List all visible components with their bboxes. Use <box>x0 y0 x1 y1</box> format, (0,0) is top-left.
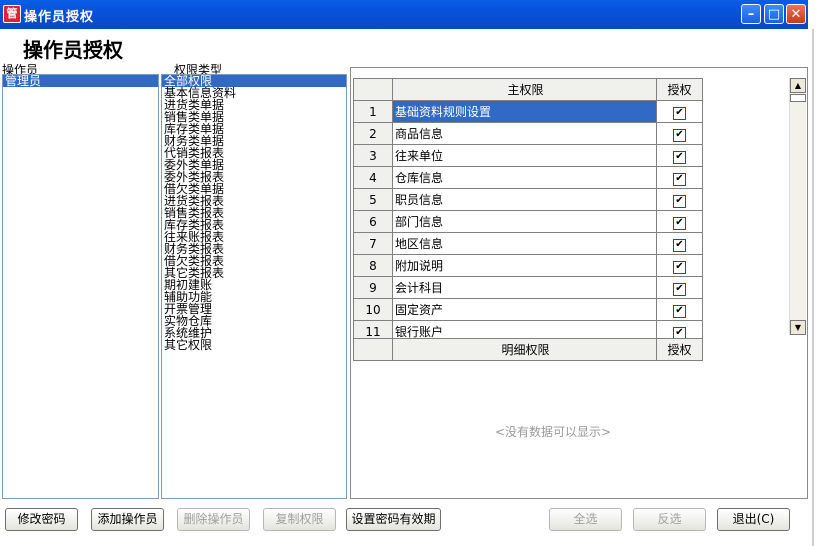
add-operator-button[interactable]: 添加操作员 <box>91 508 164 531</box>
auth-cell: ✔ <box>656 254 703 277</box>
row-number: 4 <box>353 166 393 189</box>
row-number-header <box>353 78 393 101</box>
main-auth-header: 授权 <box>656 78 703 101</box>
set-password-expiry-button[interactable]: 设置密码有效期 <box>346 508 441 531</box>
auth-checkbox[interactable]: ✔ <box>673 172 686 186</box>
auth-cell: ✔ <box>656 276 703 299</box>
permission-name[interactable]: 仓库信息 <box>392 166 657 189</box>
row-number: 1 <box>353 100 393 123</box>
permission-row[interactable]: 5 职员信息 ✔ <box>353 188 703 211</box>
row-number: 7 <box>353 232 393 255</box>
auth-checkbox[interactable]: ✔ <box>673 216 686 230</box>
permission-name[interactable]: 往来单位 <box>392 144 657 167</box>
delete-operator-button[interactable]: 删除操作员 <box>177 508 250 531</box>
row-number: 2 <box>353 122 393 145</box>
auth-checkbox[interactable]: ✔ <box>673 260 686 274</box>
minimize-button[interactable]: – <box>741 4 761 24</box>
auth-checkbox[interactable]: ✔ <box>673 150 686 164</box>
detail-row-number-header <box>353 338 393 361</box>
row-number: 10 <box>353 298 393 321</box>
auth-checkbox[interactable]: ✔ <box>673 282 686 296</box>
auth-checkbox[interactable]: ✔ <box>673 304 686 318</box>
scroll-up-button[interactable]: ▲ <box>790 78 806 93</box>
detail-permission-grid: 明细权限 授权 <box>353 338 703 361</box>
permission-name[interactable]: 附加说明 <box>392 254 657 277</box>
auth-cell: ✔ <box>656 210 703 233</box>
permission-row[interactable]: 3 往来单位 ✔ <box>353 144 703 167</box>
permission-row[interactable]: 4 仓库信息 ✔ <box>353 166 703 189</box>
operator-list[interactable]: 管理员 <box>2 74 159 499</box>
minimize-icon: – <box>747 7 755 22</box>
page-title: 操作员授权 <box>23 38 123 62</box>
select-all-button[interactable]: 全选 <box>549 508 622 531</box>
permission-name[interactable]: 地区信息 <box>392 232 657 255</box>
maximize-icon: □ <box>767 7 781 22</box>
auth-cell: ✔ <box>656 166 703 189</box>
permission-row[interactable]: 9 会计科目 ✔ <box>353 276 703 299</box>
permission-row[interactable]: 1 基础资料规则设置 ✔ <box>353 100 703 123</box>
scroll-thumb[interactable] <box>790 94 806 102</box>
empty-message: <没有数据可以显示> <box>495 425 612 439</box>
invert-selection-button[interactable]: 反选 <box>633 508 706 531</box>
detail-permission-header: 明细权限 <box>392 338 657 361</box>
scroll-down-button[interactable]: ▼ <box>790 320 806 335</box>
row-number: 8 <box>353 254 393 277</box>
auth-checkbox[interactable]: ✔ <box>673 128 686 142</box>
auth-cell: ✔ <box>656 188 703 211</box>
permission-name[interactable]: 部门信息 <box>392 210 657 233</box>
permission-name[interactable]: 会计科目 <box>392 276 657 299</box>
title-bar: 管 操作员授权 – □ ✕ <box>0 0 808 29</box>
permission-row[interactable]: 8 附加说明 ✔ <box>353 254 703 277</box>
row-number: 6 <box>353 210 393 233</box>
arrow-down-icon: ▼ <box>794 323 802 332</box>
permission-type-item[interactable]: 其它权限 <box>162 339 346 351</box>
operator-list-item[interactable]: 管理员 <box>3 75 158 87</box>
auth-cell: ✔ <box>656 144 703 167</box>
window-title: 操作员授权 <box>24 10 95 25</box>
permission-row[interactable]: 2 商品信息 ✔ <box>353 122 703 145</box>
copy-permission-button[interactable]: 复制权限 <box>263 508 336 531</box>
row-number: 9 <box>353 276 393 299</box>
permission-type-list[interactable]: 全部权限 基本信息资料 进货类单据 销售类单据 库存类单据 财务类单据 代销类报表 委外类单据… <box>161 74 347 499</box>
row-number: 3 <box>353 144 393 167</box>
auth-cell: ✔ <box>656 122 703 145</box>
app-icon: 管 <box>3 5 21 23</box>
permission-row[interactable]: 6 部门信息 ✔ <box>353 210 703 233</box>
auth-checkbox[interactable]: ✔ <box>673 106 686 120</box>
row-number: 5 <box>353 188 393 211</box>
permission-name[interactable]: 商品信息 <box>392 122 657 145</box>
main-permission-grid: 主权限 授权 1 基础资料规则设置 ✔ 2 商品信息 ✔ 3 往来单位 ✔ 4 仓库信息 ✔ 5 职员信息… <box>353 78 703 343</box>
permission-name[interactable]: 固定资产 <box>392 298 657 321</box>
close-icon: ✕ <box>790 7 802 22</box>
detail-auth-header: 授权 <box>656 338 703 361</box>
maximize-button[interactable]: □ <box>764 4 784 24</box>
permission-row[interactable]: 7 地区信息 ✔ <box>353 232 703 255</box>
main-permission-header: 主权限 <box>392 78 657 101</box>
auth-checkbox[interactable]: ✔ <box>673 238 686 252</box>
auth-cell: ✔ <box>656 232 703 255</box>
auth-cell: ✔ <box>656 298 703 321</box>
main-grid-scrollbar[interactable]: ▲ ▼ <box>789 78 806 335</box>
background-window-edge <box>808 0 826 546</box>
exit-button[interactable]: 退出(C) <box>717 508 790 531</box>
close-button[interactable]: ✕ <box>786 4 806 24</box>
permission-row[interactable]: 10 固定资产 ✔ <box>353 298 703 321</box>
change-password-button[interactable]: 修改密码 <box>5 508 78 531</box>
auth-checkbox[interactable]: ✔ <box>673 194 686 208</box>
arrow-up-icon: ▲ <box>794 81 802 90</box>
permission-name[interactable]: 职员信息 <box>392 188 657 211</box>
auth-cell: ✔ <box>656 100 703 123</box>
permission-name[interactable]: 基础资料规则设置 <box>392 100 657 123</box>
